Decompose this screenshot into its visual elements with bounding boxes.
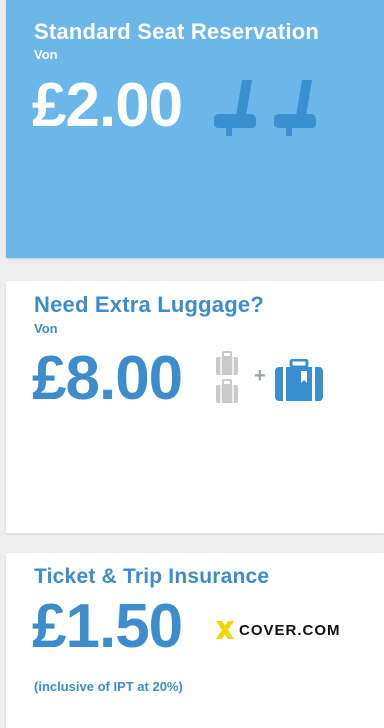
small-luggage-icon xyxy=(216,379,238,403)
extra-luggage-from-label: Von xyxy=(34,321,58,336)
extra-luggage-card[interactable]: Need Extra Luggage? Von £8.00 + xyxy=(6,281,384,533)
large-luggage-icon xyxy=(275,359,323,401)
cover-x-icon xyxy=(216,621,234,639)
extra-luggage-price: £8.00 xyxy=(32,344,183,413)
trip-insurance-card[interactable]: Ticket & Trip Insurance £1.50 COVER.COM … xyxy=(6,553,384,728)
ipt-note: (inclusive of IPT at 20%) xyxy=(34,679,183,694)
seat-icon xyxy=(274,80,316,136)
seat-reservation-title: Standard Seat Reservation xyxy=(34,19,319,44)
cover-logo-text: COVER.COM xyxy=(239,621,341,639)
cover-com-logo: COVER.COM xyxy=(214,619,341,641)
extra-luggage-title: Need Extra Luggage? xyxy=(34,292,264,317)
seat-reservation-price: £2.00 xyxy=(32,71,183,140)
small-luggage-icon xyxy=(216,351,238,375)
seat-reservation-card[interactable]: Standard Seat Reservation Von £2.00 xyxy=(6,0,384,258)
trip-insurance-title: Ticket & Trip Insurance xyxy=(34,565,270,588)
trip-insurance-price: £1.50 xyxy=(32,592,183,661)
seat-icon xyxy=(214,80,256,136)
seat-reservation-from-label: Von xyxy=(34,47,58,62)
plus-icon: + xyxy=(254,365,266,387)
